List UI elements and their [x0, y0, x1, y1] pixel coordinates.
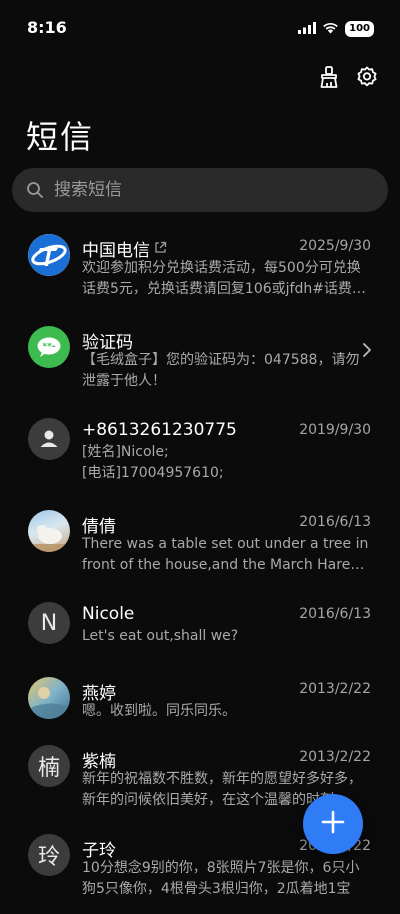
search-input[interactable]	[52, 179, 356, 201]
conversation-date: 2013/2/22	[299, 681, 371, 697]
chevron-right-icon	[362, 342, 372, 362]
wifi-icon	[322, 19, 339, 38]
letter-avatar: N	[28, 602, 70, 644]
search-icon	[26, 181, 44, 199]
status-time: 8:16	[27, 18, 67, 37]
conversation-preview: There was a table set out under a tree i…	[82, 536, 369, 573]
photo-avatar-icon	[28, 510, 70, 552]
conversation-preview: 嗯。收到啦。同乐同乐。	[82, 703, 236, 719]
person-icon	[28, 418, 70, 460]
svg-text:**-: **-	[42, 342, 55, 352]
conversation-preview: Let's eat out,shall we?	[82, 628, 239, 644]
conversation-name: +8613261230775	[82, 420, 237, 440]
new-message-button[interactable]	[303, 794, 363, 854]
plus-icon	[320, 809, 346, 839]
conversation-item[interactable]: 燕婷 2013/2/22 嗯。收到啦。同乐同乐。	[0, 665, 400, 733]
photo-avatar-icon	[28, 677, 70, 719]
conversation-date: 2013/2/22	[299, 749, 371, 765]
letter-avatar: 楠	[28, 745, 70, 787]
china-telecom-logo-icon	[28, 234, 70, 276]
conversation-date: 2016/6/13	[299, 514, 371, 530]
message-bubble-icon: **-	[28, 326, 70, 368]
conversation-name: Nicole	[82, 604, 135, 624]
gear-icon	[355, 65, 379, 93]
broom-icon	[317, 65, 341, 93]
conversation-item[interactable]: 中国电信 2025/9/30 欢迎参加积分兑换话费活动，每500分可兑换话费5元…	[0, 222, 400, 314]
clean-button[interactable]	[316, 66, 342, 92]
conversation-item[interactable]: **- 验证码 【毛绒盒子】您的验证码为：047588，请勿泄露于他人！	[0, 314, 400, 406]
conversation-date: 2025/9/30	[299, 238, 371, 254]
conversation-preview: 欢迎参加积分兑换话费活动，每500分可兑换话费5元，兑换话费请回复106或jfd…	[82, 260, 366, 297]
verified-link-icon	[154, 239, 167, 259]
conversation-date: 2019/9/30	[299, 422, 371, 438]
conversation-item[interactable]: +8613261230775 2019/9/30 [姓名]Nicole; [电话…	[0, 406, 400, 498]
settings-button[interactable]	[354, 66, 380, 92]
letter-avatar: 玲	[28, 834, 70, 876]
conversation-item[interactable]: 倩倩 2016/6/13 There was a table set out u…	[0, 498, 400, 590]
signal-icon	[298, 19, 317, 38]
status-icons: 100	[298, 19, 374, 38]
page-title: 短信	[26, 118, 95, 156]
conversation-preview: [姓名]Nicole; [电话]17004957610;	[82, 444, 224, 481]
conversation-date: 2016/6/13	[299, 606, 371, 622]
conversation-preview: 【毛绒盒子】您的验证码为：047588，请勿泄露于他人！	[82, 352, 360, 389]
search-bar[interactable]	[12, 168, 388, 212]
status-bar: 8:16 100	[0, 0, 400, 56]
battery-indicator: 100	[345, 20, 374, 37]
conversation-preview: 10分想念9别的你，8张照片7张是你，6只小狗5只像你，4根骨头3根归你，2瓜着…	[82, 860, 360, 897]
top-actions	[316, 66, 380, 92]
conversation-item[interactable]: N Nicole 2016/6/13 Let's eat out,shall w…	[0, 590, 400, 665]
